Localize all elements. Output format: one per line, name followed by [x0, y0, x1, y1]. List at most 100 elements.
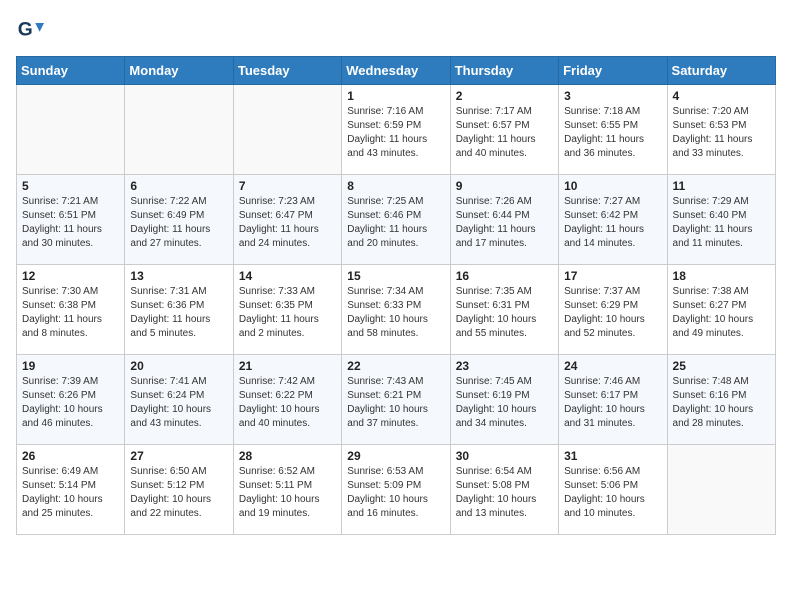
calendar-cell: [125, 85, 233, 175]
day-info: Sunrise: 7:46 AM Sunset: 6:17 PM Dayligh…: [564, 375, 661, 431]
calendar-cell: 8 Sunrise: 7:25 AM Sunset: 6:46 PM Daylig…: [342, 175, 450, 265]
day-number: 3: [564, 89, 661, 103]
day-info: Sunrise: 7:48 AM Sunset: 6:16 PM Dayligh…: [673, 375, 770, 431]
calendar-cell: 6 Sunrise: 7:22 AM Sunset: 6:49 PM Daylig…: [125, 175, 233, 265]
day-number: 30: [456, 449, 553, 463]
day-number: 11: [673, 179, 770, 193]
day-info: Sunrise: 7:30 AM Sunset: 6:38 PM Dayligh…: [22, 285, 119, 341]
day-header-wednesday: Wednesday: [342, 57, 450, 85]
day-header-tuesday: Tuesday: [233, 57, 341, 85]
day-number: 25: [673, 359, 770, 373]
svg-text:G: G: [18, 19, 33, 40]
day-number: 29: [347, 449, 444, 463]
calendar-cell: 18Sunrise: 7:38 AM Sunset: 6:27 PM Dayli…: [667, 265, 775, 355]
day-info: Sunrise: 6:53 AM Sunset: 5:09 PM Dayligh…: [347, 465, 444, 521]
calendar-cell: 24 Sunrise: 7:46 AM Sunset: 6:17 PM Dayli…: [559, 355, 667, 445]
day-header-friday: Friday: [559, 57, 667, 85]
calendar-cell: 31 Sunrise: 6:56 AM Sunset: 5:06 PM Dayli…: [559, 445, 667, 535]
day-number: 7: [239, 179, 336, 193]
calendar-cell: 21 Sunrise: 7:42 AM Sunset: 6:22 PM Dayli…: [233, 355, 341, 445]
day-number: 15: [347, 269, 444, 283]
calendar-cell: 17 Sunrise: 7:37 AM Sunset: 6:29 PM Dayli…: [559, 265, 667, 355]
page-header: G: [16, 16, 776, 44]
day-number: 12: [22, 269, 119, 283]
day-info: Sunrise: 7:34 AM Sunset: 6:33 PM Dayligh…: [347, 285, 444, 341]
day-number: 31: [564, 449, 661, 463]
day-info: Sunrise: 6:52 AM Sunset: 5:11 PM Dayligh…: [239, 465, 336, 521]
calendar-week-1: 1 Sunrise: 7:16 AM Sunset: 6:59 PM Daylig…: [17, 85, 776, 175]
day-number: 8: [347, 179, 444, 193]
calendar-cell: 10 Sunrise: 7:27 AM Sunset: 6:42 PM Dayli…: [559, 175, 667, 265]
calendar-cell: [17, 85, 125, 175]
day-number: 21: [239, 359, 336, 373]
calendar-cell: 26 Sunrise: 6:49 AM Sunset: 5:14 PM Dayli…: [17, 445, 125, 535]
calendar-cell: [667, 445, 775, 535]
calendar-table: SundayMondayTuesdayWednesdayThursdayFrid…: [16, 56, 776, 535]
calendar-cell: 4Sunrise: 7:20 AM Sunset: 6:53 PM Daylig…: [667, 85, 775, 175]
calendar-cell: 14 Sunrise: 7:33 AM Sunset: 6:35 PM Dayli…: [233, 265, 341, 355]
day-info: Sunrise: 7:31 AM Sunset: 6:36 PM Dayligh…: [130, 285, 227, 341]
calendar-cell: 9 Sunrise: 7:26 AM Sunset: 6:44 PM Daylig…: [450, 175, 558, 265]
day-info: Sunrise: 7:27 AM Sunset: 6:42 PM Dayligh…: [564, 195, 661, 251]
day-info: Sunrise: 7:45 AM Sunset: 6:19 PM Dayligh…: [456, 375, 553, 431]
day-info: Sunrise: 6:54 AM Sunset: 5:08 PM Dayligh…: [456, 465, 553, 521]
day-number: 26: [22, 449, 119, 463]
day-number: 24: [564, 359, 661, 373]
calendar-cell: 25 Sunrise: 7:48 AM Sunset: 6:16 PM Dayli…: [667, 355, 775, 445]
day-number: 10: [564, 179, 661, 193]
day-number: 2: [456, 89, 553, 103]
calendar-cell: 5 Sunrise: 7:21 AM Sunset: 6:51 PM Daylig…: [17, 175, 125, 265]
day-info: Sunrise: 7:41 AM Sunset: 6:24 PM Dayligh…: [130, 375, 227, 431]
calendar-cell: 27 Sunrise: 6:50 AM Sunset: 5:12 PM Dayli…: [125, 445, 233, 535]
day-number: 27: [130, 449, 227, 463]
calendar-cell: 16Sunrise: 7:35 AM Sunset: 6:31 PM Dayli…: [450, 265, 558, 355]
day-number: 6: [130, 179, 227, 193]
calendar-cell: 19Sunrise: 7:39 AM Sunset: 6:26 PM Dayli…: [17, 355, 125, 445]
calendar-cell: 7 Sunrise: 7:23 AM Sunset: 6:47 PM Daylig…: [233, 175, 341, 265]
day-info: Sunrise: 7:29 AM Sunset: 6:40 PM Dayligh…: [673, 195, 770, 251]
logo: G: [16, 16, 48, 44]
day-info: Sunrise: 7:38 AM Sunset: 6:27 PM Dayligh…: [673, 285, 770, 341]
day-info: Sunrise: 6:56 AM Sunset: 5:06 PM Dayligh…: [564, 465, 661, 521]
calendar-header-row: SundayMondayTuesdayWednesdayThursdayFrid…: [17, 57, 776, 85]
day-info: Sunrise: 7:18 AM Sunset: 6:55 PM Dayligh…: [564, 105, 661, 161]
day-info: Sunrise: 7:23 AM Sunset: 6:47 PM Dayligh…: [239, 195, 336, 251]
day-number: 17: [564, 269, 661, 283]
calendar-cell: 11 Sunrise: 7:29 AM Sunset: 6:40 PM Dayli…: [667, 175, 775, 265]
calendar-cell: 13 Sunrise: 7:31 AM Sunset: 6:36 PM Dayli…: [125, 265, 233, 355]
calendar-cell: [233, 85, 341, 175]
calendar-cell: 2 Sunrise: 7:17 AM Sunset: 6:57 PM Daylig…: [450, 85, 558, 175]
day-number: 13: [130, 269, 227, 283]
day-info: Sunrise: 7:35 AM Sunset: 6:31 PM Dayligh…: [456, 285, 553, 341]
day-info: Sunrise: 7:25 AM Sunset: 6:46 PM Dayligh…: [347, 195, 444, 251]
day-number: 9: [456, 179, 553, 193]
calendar-cell: 3 Sunrise: 7:18 AM Sunset: 6:55 PM Daylig…: [559, 85, 667, 175]
day-header-monday: Monday: [125, 57, 233, 85]
calendar-cell: 20 Sunrise: 7:41 AM Sunset: 6:24 PM Dayli…: [125, 355, 233, 445]
day-info: Sunrise: 7:43 AM Sunset: 6:21 PM Dayligh…: [347, 375, 444, 431]
day-number: 20: [130, 359, 227, 373]
day-info: Sunrise: 7:26 AM Sunset: 6:44 PM Dayligh…: [456, 195, 553, 251]
day-info: Sunrise: 7:33 AM Sunset: 6:35 PM Dayligh…: [239, 285, 336, 341]
day-info: Sunrise: 7:22 AM Sunset: 6:49 PM Dayligh…: [130, 195, 227, 251]
calendar-cell: 23 Sunrise: 7:45 AM Sunset: 6:19 PM Dayli…: [450, 355, 558, 445]
day-number: 14: [239, 269, 336, 283]
day-header-sunday: Sunday: [17, 57, 125, 85]
day-info: Sunrise: 7:17 AM Sunset: 6:57 PM Dayligh…: [456, 105, 553, 161]
calendar-cell: 15 Sunrise: 7:34 AM Sunset: 6:33 PM Dayli…: [342, 265, 450, 355]
day-info: Sunrise: 7:21 AM Sunset: 6:51 PM Dayligh…: [22, 195, 119, 251]
day-number: 19: [22, 359, 119, 373]
day-number: 23: [456, 359, 553, 373]
day-info: Sunrise: 7:16 AM Sunset: 6:59 PM Dayligh…: [347, 105, 444, 161]
day-header-thursday: Thursday: [450, 57, 558, 85]
day-number: 5: [22, 179, 119, 193]
calendar-week-3: 12 Sunrise: 7:30 AM Sunset: 6:38 PM Dayli…: [17, 265, 776, 355]
day-info: Sunrise: 6:50 AM Sunset: 5:12 PM Dayligh…: [130, 465, 227, 521]
calendar-week-4: 19Sunrise: 7:39 AM Sunset: 6:26 PM Dayli…: [17, 355, 776, 445]
calendar-week-5: 26 Sunrise: 6:49 AM Sunset: 5:14 PM Dayli…: [17, 445, 776, 535]
day-info: Sunrise: 7:37 AM Sunset: 6:29 PM Dayligh…: [564, 285, 661, 341]
day-info: Sunrise: 7:42 AM Sunset: 6:22 PM Dayligh…: [239, 375, 336, 431]
day-info: Sunrise: 6:49 AM Sunset: 5:14 PM Dayligh…: [22, 465, 119, 521]
calendar-cell: 12 Sunrise: 7:30 AM Sunset: 6:38 PM Dayli…: [17, 265, 125, 355]
day-number: 1: [347, 89, 444, 103]
